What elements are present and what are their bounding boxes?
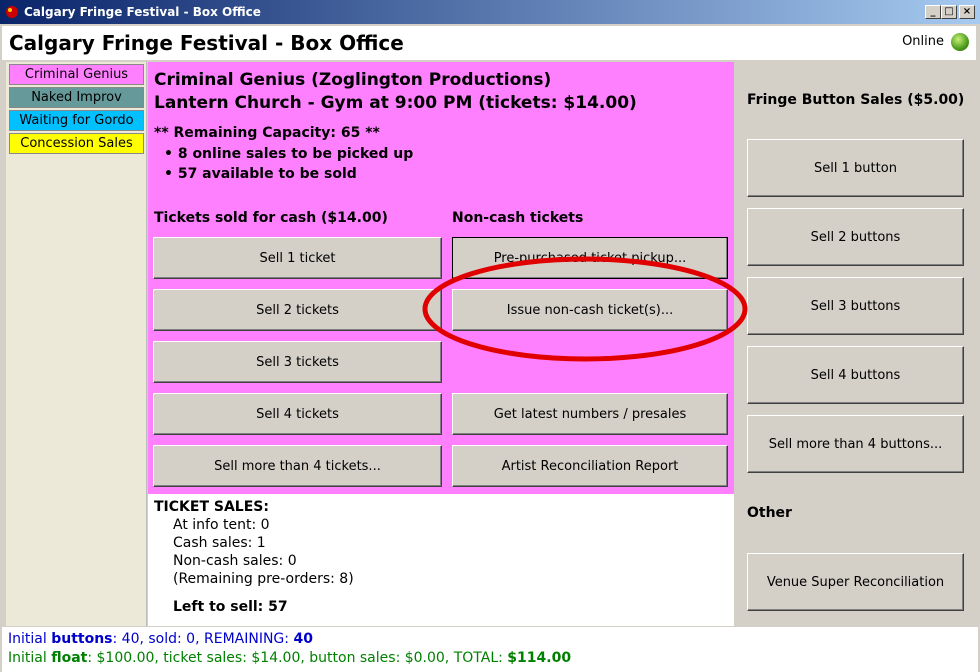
status-label: Online — [902, 34, 944, 49]
cash-section-heading: Tickets sold for cash ($14.00) — [154, 210, 388, 226]
show-list: Criminal Genius Naked Improv Waiting for… — [6, 62, 147, 626]
button-sales-panel: Fringe Button Sales ($5.00) Sell 1 butto… — [738, 62, 976, 626]
sales-line-noncash: Non-cash sales: 0 — [173, 553, 297, 569]
get-latest-numbers-button[interactable]: Get latest numbers / presales — [452, 393, 728, 435]
other-heading: Other — [747, 505, 792, 521]
show-panel: Criminal Genius (Zoglington Productions)… — [148, 62, 734, 626]
float-summary: Initial float: $100.00, ticket sales: $1… — [8, 650, 572, 666]
show-venue-time: Lantern Church - Gym at 9:00 PM (tickets… — [154, 93, 637, 113]
noncash-section-heading: Non-cash tickets — [452, 210, 584, 226]
status-footer: Initial buttons: 40, sold: 0, REMAINING:… — [2, 627, 978, 672]
title-bar[interactable]: Calgary Fringe Festival - Box Office _ □… — [0, 0, 980, 24]
maximize-icon: □ — [944, 6, 954, 17]
show-item-naked-improv[interactable]: Naked Improv — [9, 87, 144, 108]
left-to-sell: Left to sell: 57 — [173, 599, 288, 615]
button-sales-heading: Fringe Button Sales ($5.00) — [747, 92, 965, 108]
sell-3-tickets-button[interactable]: Sell 3 tickets — [153, 341, 442, 383]
fringe-logo-icon — [6, 6, 18, 18]
sell-more-tickets-button[interactable]: Sell more than 4 tickets... — [153, 445, 442, 487]
app-header: Calgary Fringe Festival - Box Office Onl… — [2, 26, 976, 60]
venue-super-reconciliation-button[interactable]: Venue Super Reconciliation — [747, 553, 964, 611]
window-title: Calgary Fringe Festival - Box Office — [24, 5, 261, 19]
sell-3-buttons-button[interactable]: Sell 3 buttons — [747, 277, 964, 335]
buttons-summary: Initial buttons: 40, sold: 0, REMAINING:… — [8, 631, 313, 647]
show-title: Criminal Genius (Zoglington Productions) — [154, 70, 552, 90]
app-window: Calgary Fringe Festival - Box Office _ □… — [0, 0, 980, 672]
sell-more-buttons-button[interactable]: Sell more than 4 buttons... — [747, 415, 964, 473]
online-led-icon — [951, 33, 969, 51]
show-item-concession-sales[interactable]: Concession Sales — [9, 133, 144, 154]
maximize-button[interactable]: □ — [941, 5, 957, 19]
ticket-sales-heading: TICKET SALES: — [154, 499, 269, 515]
show-item-waiting-for-gordo[interactable]: Waiting for Gordo — [9, 110, 144, 131]
sell-2-tickets-button[interactable]: Sell 2 tickets — [153, 289, 442, 331]
close-icon: × — [962, 6, 972, 17]
show-details: Criminal Genius (Zoglington Productions)… — [148, 62, 734, 494]
sell-4-buttons-button[interactable]: Sell 4 buttons — [747, 346, 964, 404]
sales-line-cash: Cash sales: 1 — [173, 535, 266, 551]
sell-2-buttons-button[interactable]: Sell 2 buttons — [747, 208, 964, 266]
sell-4-tickets-button[interactable]: Sell 4 tickets — [153, 393, 442, 435]
sell-1-ticket-button[interactable]: Sell 1 ticket — [153, 237, 442, 279]
minimize-button[interactable]: _ — [925, 5, 941, 19]
artist-reconciliation-button[interactable]: Artist Reconciliation Report — [452, 445, 728, 487]
remaining-capacity: ** Remaining Capacity: 65 ** — [154, 125, 380, 141]
bullet-online-sales: • 8 online sales to be picked up — [164, 146, 414, 162]
sell-1-button-button[interactable]: Sell 1 button — [747, 139, 964, 197]
show-item-criminal-genius[interactable]: Criminal Genius — [9, 64, 144, 85]
minimize-icon: _ — [930, 6, 936, 17]
sales-line-preorders: (Remaining pre-orders: 8) — [173, 571, 354, 587]
issue-noncash-ticket-button[interactable]: Issue non-cash ticket(s)... — [452, 289, 728, 331]
close-button[interactable]: × — [959, 5, 975, 19]
sales-line-info-tent: At info tent: 0 — [173, 517, 270, 533]
pre-purchased-pickup-button[interactable]: Pre-purchased ticket pickup... — [452, 237, 728, 279]
page-title: Calgary Fringe Festival - Box Office — [9, 31, 404, 55]
ticket-sales-summary: TICKET SALES: At info tent: 0 Cash sales… — [154, 498, 354, 616]
bullet-available: • 57 available to be sold — [164, 166, 357, 182]
